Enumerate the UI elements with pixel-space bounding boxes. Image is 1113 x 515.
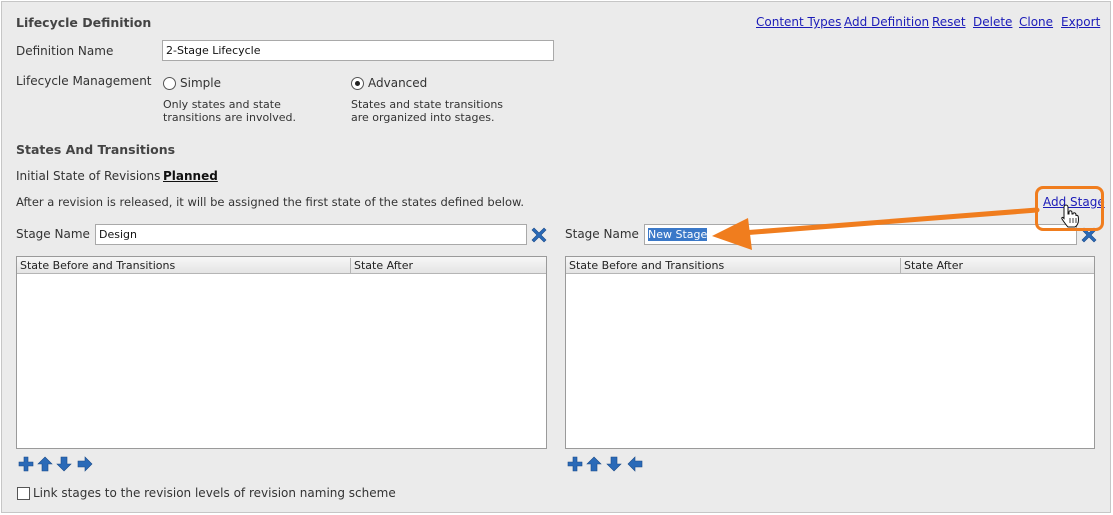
move-down-icon[interactable] [56, 456, 72, 472]
states-section-title: States And Transitions [16, 142, 176, 157]
stage-2-name-label: Stage Name [565, 227, 639, 241]
link-stages-label[interactable]: Link stages to the revision levels of re… [33, 486, 396, 500]
definition-name-input[interactable]: 2-Stage Lifecycle [162, 40, 554, 61]
link-stages-checkbox[interactable] [17, 487, 30, 500]
move-down-icon[interactable] [606, 456, 622, 472]
stage-1-name-input[interactable]: Design [95, 224, 527, 245]
initial-state-value[interactable]: Planned [163, 169, 218, 183]
export-link[interactable]: Export [1061, 15, 1100, 29]
simple-radio[interactable] [163, 77, 176, 90]
initial-state-label: Initial State of Revisions [16, 169, 161, 183]
add-icon[interactable] [567, 456, 583, 472]
move-up-icon[interactable] [37, 456, 53, 472]
simple-radio-label[interactable]: Simple [180, 76, 221, 90]
lifecycle-definition-panel: Lifecycle Definition Content Types Add D… [1, 1, 1111, 513]
advanced-description: States and state transitions are organiz… [351, 98, 504, 124]
panel-title: Lifecycle Definition [16, 15, 152, 30]
stage-1-name-label: Stage Name [16, 227, 90, 241]
stage-1-states-grid[interactable]: State Before and Transitions State After [16, 256, 547, 449]
clone-link[interactable]: Clone [1019, 15, 1053, 29]
move-left-icon[interactable] [627, 456, 643, 472]
stage-1-grid-header: State Before and Transitions State After [17, 257, 546, 274]
content-types-link[interactable]: Content Types [756, 15, 841, 29]
hand-pointer-cursor-icon [1061, 204, 1080, 228]
info-text: After a revision is released, it will be… [16, 195, 524, 209]
definition-name-label: Definition Name [16, 44, 114, 58]
stage-1-col-after[interactable]: State After [354, 259, 413, 272]
stage-2-grid-header: State Before and Transitions State After [566, 257, 1094, 274]
lifecycle-management-label: Lifecycle Management [16, 74, 152, 88]
move-right-icon[interactable] [77, 456, 93, 472]
move-up-icon[interactable] [586, 456, 602, 472]
delete-link[interactable]: Delete [973, 15, 1012, 29]
stage-2-col-before[interactable]: State Before and Transitions [569, 259, 724, 272]
remove-stage-1-icon[interactable] [531, 227, 547, 243]
stage-2-name-selected-text: New Stage [648, 228, 708, 241]
stage-2-name-input[interactable]: New Stage [644, 224, 1077, 245]
reset-link[interactable]: Reset [932, 15, 966, 29]
advanced-radio[interactable] [351, 77, 364, 90]
simple-description: Only states and state transitions are in… [163, 98, 296, 124]
add-icon[interactable] [18, 456, 34, 472]
stage-2-col-after[interactable]: State After [904, 259, 963, 272]
advanced-radio-label[interactable]: Advanced [368, 76, 427, 90]
add-definition-link[interactable]: Add Definition [844, 15, 929, 29]
stage-2-states-grid[interactable]: State Before and Transitions State After [565, 256, 1095, 449]
stage-1-col-before[interactable]: State Before and Transitions [20, 259, 175, 272]
